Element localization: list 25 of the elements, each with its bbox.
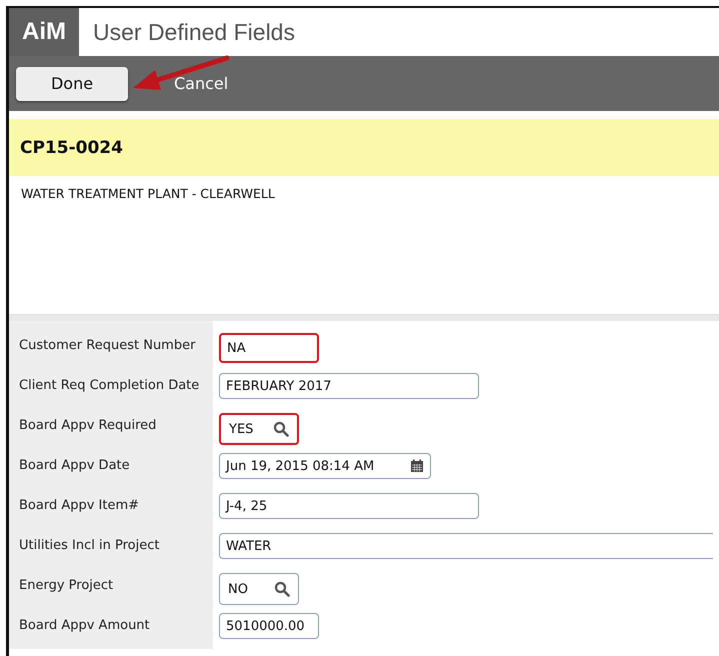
lookup-field[interactable]: NO (219, 573, 299, 605)
search-icon[interactable] (274, 581, 290, 597)
field-label: Utilities Incl in Project (18, 537, 160, 555)
record-description: WATER TREATMENT PLANT - CLEARWELL (21, 186, 276, 201)
field-label: Client Req Completion Date (18, 377, 200, 395)
record-id: CP15-0024 (20, 138, 123, 158)
lookup-field[interactable]: YES (219, 413, 299, 445)
app-logo: AiM (21, 17, 67, 47)
field-label: Board Appv Required (18, 417, 158, 435)
field-label: Board Appv Item# (18, 497, 140, 515)
date-field[interactable]: Jun 19, 2015 08:14 AM (219, 453, 431, 479)
field-label: Board Appv Date (18, 457, 131, 475)
input-field[interactable]: WATER (219, 533, 713, 559)
field-label: Board Appv Amount (18, 617, 151, 635)
input-field[interactable]: 5010000.00 (219, 613, 319, 639)
field-label: Energy Project (18, 577, 114, 595)
search-icon[interactable] (273, 421, 289, 437)
calendar-icon[interactable] (410, 459, 424, 473)
cancel-button[interactable]: Cancel (168, 66, 234, 100)
window-title: User Defined Fields (79, 8, 719, 56)
field-label: Customer Request Number (18, 337, 196, 355)
input-field[interactable]: FEBRUARY 2017 (219, 373, 479, 399)
input-field[interactable]: J-4, 25 (219, 493, 479, 519)
input-field[interactable]: NA (219, 333, 319, 363)
done-button[interactable]: Done (16, 66, 128, 100)
